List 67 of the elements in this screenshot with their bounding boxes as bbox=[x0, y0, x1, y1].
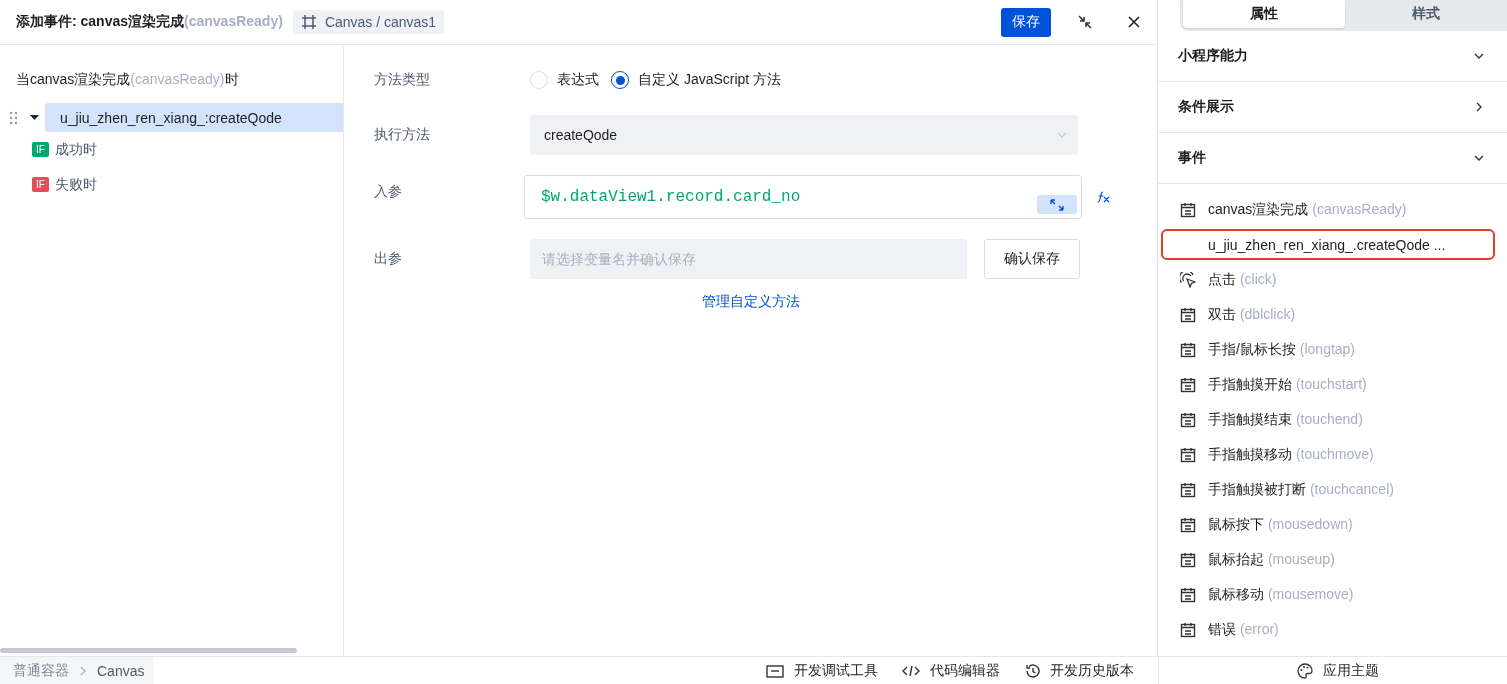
manage-methods-link[interactable]: 管理自定义方法 bbox=[701, 293, 800, 311]
field-label: 执行方法 bbox=[374, 126, 431, 144]
section-title[interactable]: 事件 bbox=[1178, 149, 1206, 167]
field-label: 方法类型 bbox=[374, 71, 431, 89]
calendar-icon bbox=[1180, 341, 1196, 358]
radio-option[interactable]: 表达式 bbox=[530, 71, 599, 89]
calendar-icon bbox=[1180, 481, 1196, 498]
calendar-icon bbox=[1180, 201, 1196, 218]
drag-handle-icon[interactable] bbox=[9, 110, 18, 125]
tree-item[interactable]: 失败时 bbox=[55, 175, 97, 194]
calendar-icon bbox=[1180, 516, 1196, 533]
close-icon[interactable] bbox=[1127, 15, 1141, 29]
calendar-icon bbox=[1180, 411, 1196, 428]
palette-icon bbox=[1297, 662, 1313, 679]
event-item[interactable]: 手指触摸被打断 (touchcancel) bbox=[1208, 480, 1394, 499]
expand-button[interactable] bbox=[1037, 195, 1077, 214]
expand-icon bbox=[1049, 197, 1065, 212]
event-item[interactable]: 手指触摸结束 (touchend) bbox=[1208, 410, 1363, 429]
formula-icon[interactable] bbox=[1096, 189, 1111, 205]
event-item[interactable]: canvas渲染完成 (canvasReady) bbox=[1208, 200, 1407, 219]
panel-tab[interactable]: 属性 bbox=[1183, 0, 1345, 28]
event-item[interactable]: 鼠标移动 (mousemove) bbox=[1208, 585, 1354, 604]
tree-item[interactable]: u_jiu_zhen_ren_xiang_:createQode bbox=[45, 103, 343, 132]
event-item[interactable]: 手指触摸移动 (touchmove) bbox=[1208, 445, 1374, 464]
breadcrumb-item[interactable]: Canvas bbox=[97, 662, 145, 679]
calendar-icon bbox=[1180, 586, 1196, 603]
trigger-text: 当canvas渲染完成(canvasReady)时 bbox=[15, 70, 240, 89]
radio-option[interactable]: 自定义 JavaScript 方法 bbox=[611, 71, 782, 89]
section-title[interactable]: 条件展示 bbox=[1178, 98, 1234, 116]
breadcrumb-item[interactable]: 普通容器 bbox=[13, 661, 69, 680]
section-title[interactable]: 小程序能力 bbox=[1178, 47, 1248, 65]
scrollbar[interactable] bbox=[0, 648, 297, 653]
condition-badge: IF bbox=[32, 142, 49, 157]
caret-icon[interactable] bbox=[30, 113, 39, 122]
condition-badge: IF bbox=[32, 177, 49, 192]
history-icon bbox=[1024, 662, 1040, 679]
panel-tab[interactable]: 样式 bbox=[1345, 0, 1507, 28]
component-path-chip: Canvas / canvas1 bbox=[292, 10, 445, 34]
calendar-icon bbox=[1180, 551, 1196, 568]
event-item[interactable]: 鼠标抬起 (mouseup) bbox=[1208, 550, 1335, 569]
event-item[interactable]: 鼠标按下 (mousedown) bbox=[1208, 515, 1353, 534]
event-item[interactable]: 手指触摸开始 (touchstart) bbox=[1208, 375, 1367, 394]
confirm-save-button[interactable]: 确认保存 bbox=[984, 239, 1080, 279]
event-item[interactable]: 错误 (error) bbox=[1208, 620, 1279, 639]
calendar-icon bbox=[1180, 376, 1196, 393]
toolbar-button[interactable]: 代码编辑器 bbox=[902, 661, 1000, 680]
save-button[interactable]: 保存 bbox=[1001, 7, 1051, 37]
method-select[interactable]: createQode bbox=[530, 115, 1078, 155]
event-item[interactable]: 点击 (click) bbox=[1208, 270, 1277, 289]
dialog-title: 添加事件: canvas渲染完成(canvasReady) bbox=[16, 13, 283, 31]
event-item[interactable]: 双击 (dblclick) bbox=[1208, 305, 1296, 324]
click-icon bbox=[1180, 271, 1196, 288]
theme-button[interactable]: 应用主题 bbox=[1297, 661, 1379, 680]
event-handler[interactable]: u_jiu_zhen_ren_xiang_.createQode ... bbox=[1161, 229, 1495, 260]
calendar-icon bbox=[1180, 446, 1196, 463]
calendar-icon bbox=[1180, 306, 1196, 323]
toolbar-button[interactable]: 开发调试工具 bbox=[766, 661, 878, 680]
toolbar-button[interactable]: 开发历史版本 bbox=[1024, 661, 1134, 680]
event-item[interactable]: 手指/鼠标长按 (longtap) bbox=[1208, 340, 1356, 359]
collapse-icon[interactable] bbox=[1077, 14, 1093, 30]
frame-icon bbox=[300, 14, 317, 30]
monitor-icon bbox=[766, 662, 784, 679]
field-label: 出参 bbox=[374, 250, 403, 268]
variable-field[interactable]: 请选择变量名并确认保存 bbox=[530, 239, 967, 279]
calendar-icon bbox=[1180, 621, 1196, 638]
field-label: 入参 bbox=[374, 182, 403, 201]
tree-item[interactable]: 成功时 bbox=[55, 140, 97, 159]
